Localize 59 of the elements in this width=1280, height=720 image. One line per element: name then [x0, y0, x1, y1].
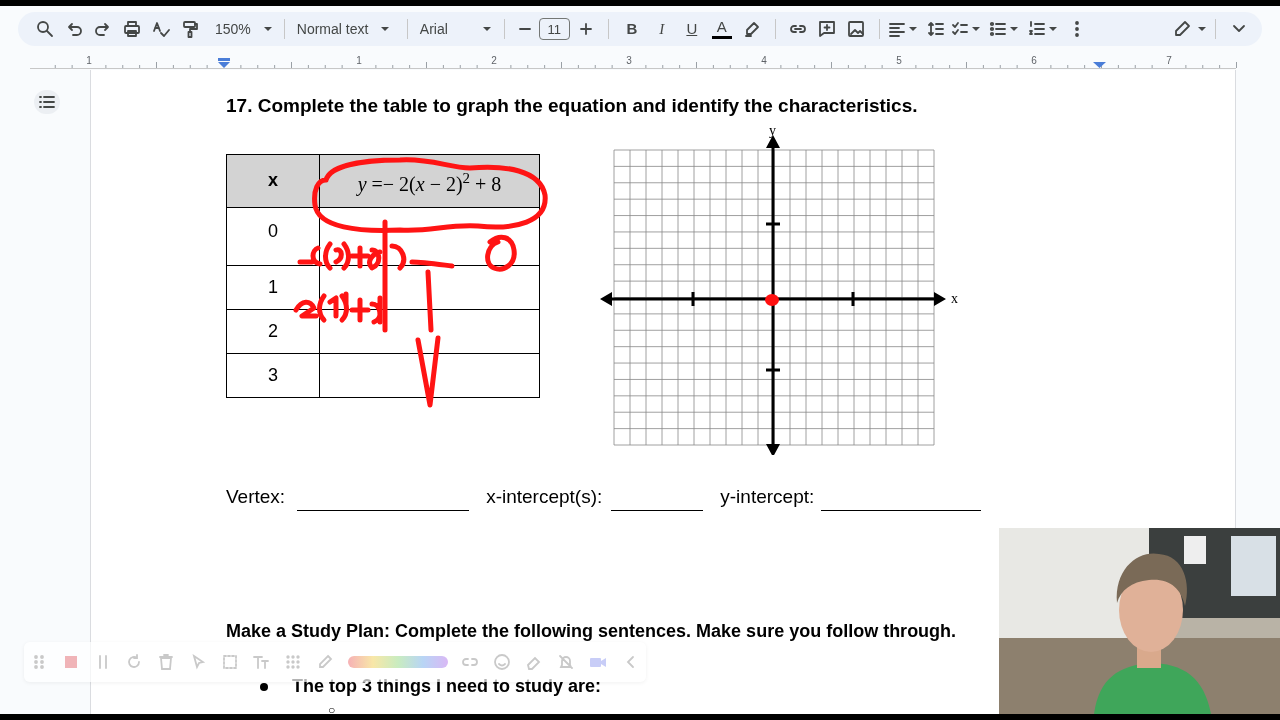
- sub-bullet-marker: ○: [328, 704, 337, 716]
- highlighter-icon[interactable]: [742, 20, 761, 38]
- caret-icon[interactable]: [1047, 26, 1058, 32]
- italic-button[interactable]: I: [646, 15, 677, 43]
- caret-icon[interactable]: [262, 26, 273, 32]
- caret-icon[interactable]: [970, 26, 981, 32]
- numbered-list-icon[interactable]: [1027, 20, 1046, 38]
- field-label: Vertex:: [226, 484, 286, 509]
- text-style-dropdown[interactable]: Normal text: [292, 18, 399, 40]
- paint-roller-icon[interactable]: [180, 20, 199, 38]
- ruler-number: 3: [626, 55, 632, 66]
- field-label: x-intercept(s):: [486, 484, 603, 509]
- study-plan-heading: Make a Study Plan: Complete the following sentences. Make sure you follow through.: [226, 620, 958, 643]
- color-palette-bar[interactable]: [347, 656, 448, 668]
- caret-icon[interactable]: [1197, 26, 1207, 32]
- ruler-number: 5: [896, 55, 902, 66]
- bulleted-list-icon[interactable]: [988, 20, 1007, 38]
- ink-dot: [765, 293, 779, 306]
- redo-icon[interactable]: [93, 20, 112, 38]
- ruler-number: 4: [761, 55, 767, 66]
- caret-icon[interactable]: [907, 26, 918, 32]
- pencil-icon[interactable]: [1173, 20, 1191, 38]
- axis-label: y: [769, 122, 776, 138]
- outline-list-icon[interactable]: [38, 93, 56, 111]
- equation: y =− 2(x − 2)$^{2}$ + 8: [357, 169, 502, 198]
- table-cell: 0: [227, 207, 320, 265]
- caret-icon[interactable]: [380, 26, 391, 32]
- text-color-button[interactable]: A: [706, 15, 737, 43]
- ruler-number: 1: [86, 55, 92, 66]
- table-header-cell: x: [227, 154, 320, 207]
- table-cell: 2: [227, 309, 320, 353]
- question-heading: 17. Complete the table to graph the equation and identify the characteristics.: [226, 94, 919, 118]
- caret-icon[interactable]: [481, 26, 492, 32]
- add-comment-icon[interactable]: [818, 20, 837, 38]
- spellcheck-icon[interactable]: [151, 20, 170, 38]
- search-icon[interactable]: [35, 20, 54, 38]
- zoom-dropdown[interactable]: 150%: [212, 18, 276, 40]
- align-left-icon[interactable]: [887, 20, 906, 38]
- list-item: The top 3 things I need to study are:: [292, 675, 602, 698]
- print-icon[interactable]: [122, 20, 141, 38]
- checklist-icon[interactable]: [950, 20, 969, 38]
- indent-marker-icon[interactable]: [1093, 62, 1106, 68]
- bullet-icon: [260, 682, 268, 691]
- ruler-number: 2: [491, 55, 497, 66]
- font-size-field[interactable]: 11: [538, 18, 570, 40]
- ruler-number: 1: [356, 55, 362, 66]
- bold-button[interactable]: B: [616, 15, 647, 43]
- image-icon[interactable]: [847, 20, 866, 38]
- field-label: y-intercept:: [720, 484, 815, 509]
- ruler-number: 6: [1031, 55, 1037, 66]
- table-cell: 3: [227, 353, 320, 397]
- caret-icon[interactable]: [1008, 26, 1019, 32]
- table-cell: 1: [227, 265, 320, 309]
- ruler-number: 7: [1166, 55, 1172, 66]
- underline-button[interactable]: U: [676, 15, 707, 43]
- indent-marker-icon[interactable]: [218, 58, 230, 68]
- font-dropdown[interactable]: Arial: [415, 18, 496, 40]
- axis-label: x: [951, 290, 958, 306]
- line-spacing-icon[interactable]: [927, 20, 946, 38]
